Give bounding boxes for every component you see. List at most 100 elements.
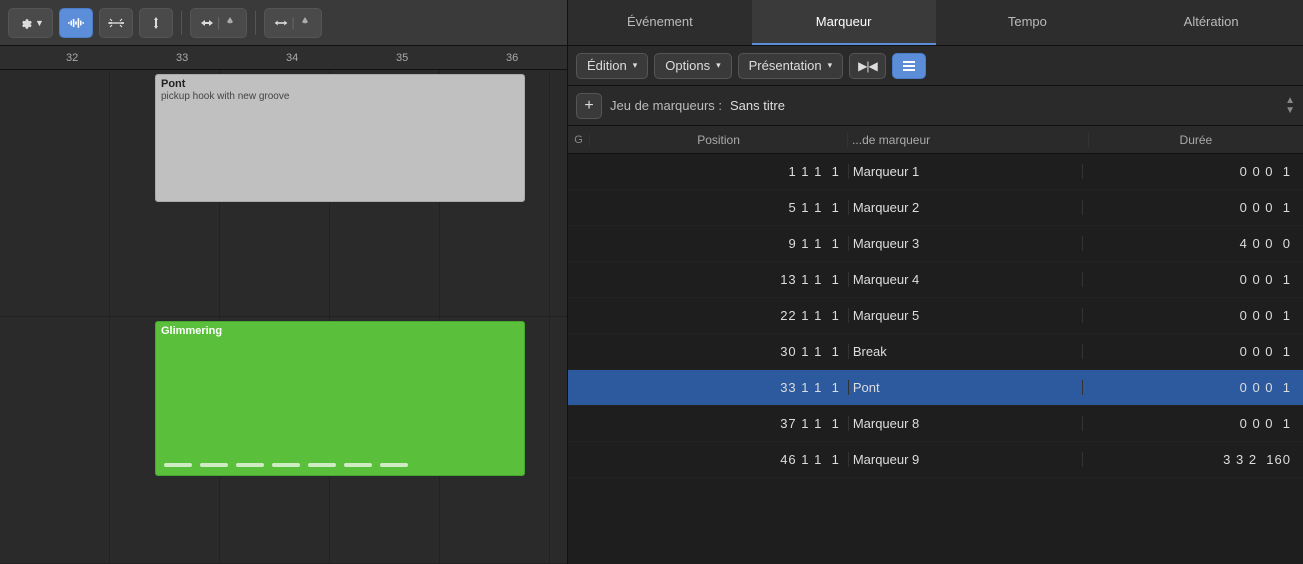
filter-button[interactable]: ▶|◀ [849,53,886,79]
col-header-position: Position [590,133,848,147]
table-row[interactable]: 9 1 1 1 Marqueur 3 4 0 0 0 [568,226,1303,262]
presentation-label: Présentation [749,58,822,73]
clip-subtitle-pont: pickup hook with new groove [156,91,524,102]
ruler-tick-36: 36 [506,46,518,69]
left-panel: ▼ [0,0,568,564]
edition-chevron: ▾ [633,60,638,71]
track-area: almost Pont pickup hook with new groove … [0,70,567,564]
cell-duree-7: 0 0 0 1 [1083,416,1303,431]
cell-position-4: 22 1 1 1 [590,308,849,323]
table-row[interactable]: 13 1 1 1 Marqueur 4 0 0 0 1 [568,262,1303,298]
gear-dropdown-arrow: ▼ [35,18,44,28]
stepper-up[interactable]: ▲ [1285,96,1295,106]
cell-duree-0: 0 0 0 1 [1083,164,1303,179]
dash-2 [200,463,228,467]
cell-position-5: 30 1 1 1 [590,344,849,359]
ruler-tick-32: 32 [66,46,78,69]
set-label: Jeu de marqueurs : [610,98,722,113]
cell-position-1: 5 1 1 1 [590,200,849,215]
table-row[interactable]: 1 1 1 1 Marqueur 1 0 0 0 1 [568,154,1303,190]
tab-alteration-label: Altération [1184,14,1239,29]
set-stepper[interactable]: ▲ ▼ [1285,96,1295,116]
list-view-button[interactable] [892,53,926,79]
cell-name-2: Marqueur 3 [849,236,1083,251]
clip-pont[interactable]: Pont pickup hook with new groove [155,74,525,202]
stepper-down[interactable]: ▼ [1285,106,1295,116]
edition-dropdown[interactable]: Édition ▾ [576,53,648,79]
list-icon [901,58,917,74]
fit-width-icon [108,15,124,31]
cell-duree-8: 3 3 2 160 [1083,452,1303,467]
table-row[interactable]: 5 1 1 1 Marqueur 2 0 0 0 1 [568,190,1303,226]
ruler-tick-35: 35 [396,46,408,69]
track-content-1: almost Pont pickup hook with new groove [0,70,567,316]
col-header-duree: Durée [1089,133,1303,147]
cell-name-5: Break [849,344,1083,359]
track-content-2: Glimmering [0,317,567,563]
cell-position-8: 46 1 1 1 [590,452,849,467]
cell-duree-6: 0 0 0 1 [1083,380,1303,395]
clip-glimmering[interactable]: Glimmering [155,321,525,476]
horizontal-zoom-button[interactable]: | [264,8,321,38]
presentation-dropdown[interactable]: Présentation ▾ [738,53,844,79]
cell-name-0: Marqueur 1 [849,164,1083,179]
cell-duree-2: 4 0 0 0 [1083,236,1303,251]
cell-name-1: Marqueur 2 [849,200,1083,215]
presentation-chevron: ▾ [828,60,833,71]
table-body: 1 1 1 1 Marqueur 1 0 0 0 1 5 1 1 1 Marqu… [568,154,1303,564]
zoom-icon [199,15,215,31]
clip-title-glimmering: Glimmering [156,322,524,338]
filter-icon: ▶|◀ [858,59,877,73]
table-row[interactable]: 30 1 1 1 Break 0 0 0 1 [568,334,1303,370]
waveform-button[interactable] [59,8,93,38]
timeline-ruler: 32 33 34 35 36 [0,46,567,70]
right-panel: Événement Marqueur Tempo Altération Édit… [568,0,1303,564]
zoom-drop-separator: | [291,15,294,30]
options-chevron: ▾ [716,60,721,71]
spacing-button[interactable] [139,8,173,38]
cell-position-7: 37 1 1 1 [590,416,849,431]
tab-alteration[interactable]: Altération [1119,0,1303,45]
waveform-icon [68,15,84,31]
fit-width-button[interactable] [99,8,133,38]
table-row[interactable]: 37 1 1 1 Marqueur 8 0 0 0 1 [568,406,1303,442]
cell-position-0: 1 1 1 1 [590,164,849,179]
dash-5 [308,463,336,467]
cell-name-8: Marqueur 9 [849,452,1083,467]
clip-title-pont: Pont [156,75,524,91]
table-row[interactable]: 33 1 1 1 Pont 0 0 0 1 [568,370,1303,406]
zoom-button[interactable]: | [190,8,247,38]
tab-marqueur[interactable]: Marqueur [752,0,936,45]
controls-row: Édition ▾ Options ▾ Présentation ▾ ▶|◀ [568,46,1303,86]
dash-6 [344,463,372,467]
table-header: G Position ...de marqueur Durée [568,126,1303,154]
separator-1 [181,11,182,35]
cell-duree-4: 0 0 0 1 [1083,308,1303,323]
cell-duree-5: 0 0 0 1 [1083,344,1303,359]
col-header-g: G [568,134,590,146]
cell-name-7: Marqueur 8 [849,416,1083,431]
cell-duree-3: 0 0 0 1 [1083,272,1303,287]
gear-button[interactable]: ▼ [8,8,53,38]
edition-label: Édition [587,58,627,73]
dash-3 [236,463,264,467]
tab-tempo-label: Tempo [1008,14,1047,29]
add-marker-button[interactable]: + [576,93,602,119]
set-row: + Jeu de marqueurs : ▲ ▼ [568,86,1303,126]
cell-name-3: Marqueur 4 [849,272,1083,287]
table-row[interactable]: 46 1 1 1 Marqueur 9 3 3 2 160 [568,442,1303,478]
tab-tempo[interactable]: Tempo [936,0,1120,45]
tab-evenement[interactable]: Événement [568,0,752,45]
dash-7 [380,463,408,467]
add-label: + [584,98,593,114]
cell-position-3: 13 1 1 1 [590,272,849,287]
options-dropdown[interactable]: Options ▾ [654,53,731,79]
toolbar: ▼ [0,0,567,46]
table-row[interactable]: 22 1 1 1 Marqueur 5 0 0 0 1 [568,298,1303,334]
clip-dashes [164,463,516,467]
separator-2 [255,11,256,35]
horizontal-zoom-icon [273,15,289,31]
track-row-1: almost Pont pickup hook with new groove [0,70,567,317]
dash-1 [164,463,192,467]
set-name-input[interactable] [730,98,906,113]
